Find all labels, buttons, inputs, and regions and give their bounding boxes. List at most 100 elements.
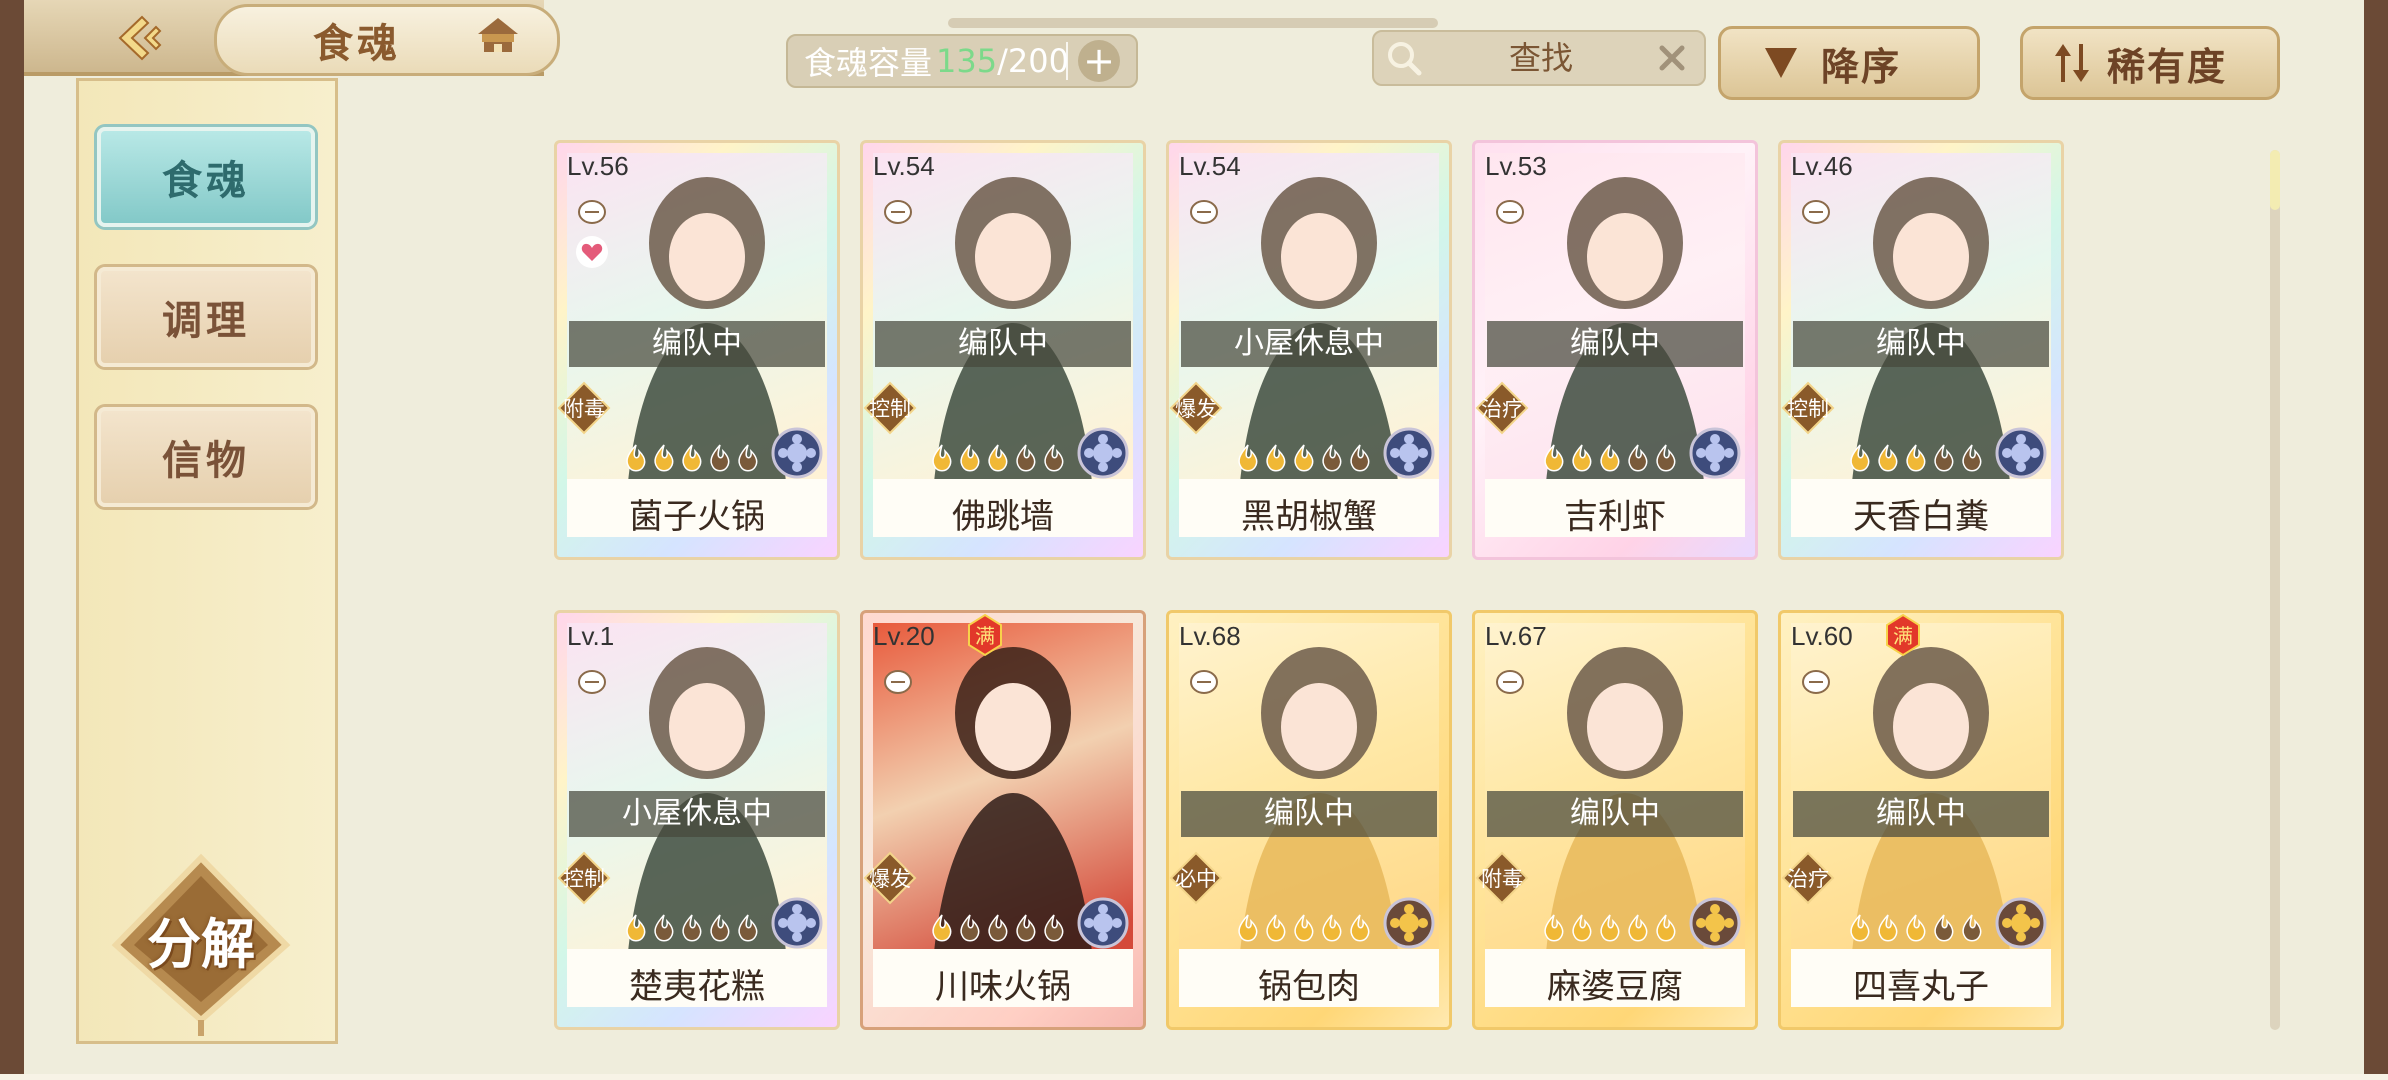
card-name-bar: 吉利虾: [1485, 479, 1745, 537]
flame-icon: [988, 914, 1008, 942]
emblem-icon: [1383, 897, 1435, 949]
role-label: 附毒: [1481, 867, 1523, 891]
flame-icon: [1600, 914, 1620, 942]
flame-icon: [1016, 914, 1036, 942]
flame-icon: [1656, 444, 1676, 472]
svg-text:满: 满: [1893, 624, 1913, 648]
sort-key-label: 稀有度: [2107, 44, 2228, 89]
role-label: 治疗: [1787, 867, 1829, 891]
sort-order-button[interactable]: 降序: [1718, 26, 1980, 100]
side-tab-food-souls[interactable]: 食魂: [97, 127, 315, 227]
card-name: 麻婆豆腐: [1547, 967, 1683, 1007]
card-name-bar: 麻婆豆腐: [1485, 949, 1745, 1007]
search-icon: [1388, 42, 1422, 76]
card-status: 编队中: [1793, 791, 2049, 837]
card-level: Lv.53: [1485, 151, 1547, 181]
emblem-icon: [1077, 897, 1129, 949]
flame-icon: [932, 444, 952, 472]
flame-icon: [1934, 914, 1954, 942]
screen-frame-left: [0, 0, 24, 1080]
card-status: 编队中: [1793, 321, 2049, 367]
role-label: 爆发: [1175, 397, 1217, 421]
flame-icon: [654, 444, 674, 472]
flame-icon: [1850, 444, 1870, 472]
decompose-button[interactable]: 分解: [106, 850, 296, 1040]
star-flames: [1235, 443, 1375, 477]
search-input[interactable]: [1434, 36, 1648, 80]
card-name: 菌子火锅: [629, 497, 765, 537]
card-name: 川味火锅: [935, 967, 1071, 1007]
card-status: 编队中: [1181, 791, 1437, 837]
flame-icon: [960, 914, 980, 942]
flame-icon: [1906, 914, 1926, 942]
food-soul-card[interactable]: Lv.1 小屋休息中 控制 楚夷花糕: [554, 610, 840, 1030]
card-name-bar: 天香白糞: [1791, 479, 2051, 537]
sort-key-button[interactable]: 稀有度: [2020, 26, 2280, 100]
food-soul-card[interactable]: Lv.56 编队中 附毒 菌子火锅: [554, 140, 840, 560]
flame-icon: [738, 914, 758, 942]
card-level: Lv.60: [1791, 621, 1853, 651]
star-flames: [623, 443, 763, 477]
role-badge: 附毒: [557, 381, 611, 435]
food-soul-card[interactable]: Lv.54 编队中 控制 佛跳墙: [860, 140, 1146, 560]
capacity-separator: /: [997, 42, 1008, 80]
emblem-icon: [771, 427, 823, 479]
card-level: Lv.46: [1791, 151, 1853, 181]
flame-icon: [1850, 914, 1870, 942]
role-label: 控制: [869, 397, 911, 421]
food-soul-card[interactable]: Lv.68 编队中 必中 锅包肉: [1166, 610, 1452, 1030]
role-badge: 控制: [557, 851, 611, 905]
screen-frame-bottom: [0, 1074, 2388, 1080]
flame-icon: [1238, 914, 1258, 942]
side-tab-tokens[interactable]: 信物: [97, 407, 315, 507]
emblem-icon: [1383, 427, 1435, 479]
scrollbar-thumb[interactable]: [2270, 150, 2280, 210]
pot-icon: [1496, 200, 1524, 224]
side-tab-cooking[interactable]: 调理: [97, 267, 315, 367]
food-soul-card[interactable]: Lv.67 编队中 附毒 麻婆豆腐: [1472, 610, 1758, 1030]
flame-icon: [1572, 914, 1592, 942]
scrollbar[interactable]: [2270, 150, 2280, 1030]
drag-handle[interactable]: [948, 18, 1438, 28]
card-status: 编队中: [1487, 791, 1743, 837]
emblem-icon: [1689, 897, 1741, 949]
star-flames: [1235, 913, 1375, 947]
food-soul-card[interactable]: Lv.20 满 爆发 川味火锅: [860, 610, 1146, 1030]
food-soul-card[interactable]: Lv.53 编队中 治疗 吉利虾: [1472, 140, 1758, 560]
card-status: 编队中: [875, 321, 1131, 367]
emblem-icon: [1995, 427, 2047, 479]
role-badge: 控制: [1781, 381, 1835, 435]
flame-icon: [1294, 444, 1314, 472]
emblem-icon: [1995, 897, 2047, 949]
food-soul-card[interactable]: Lv.60 满 编队中 治疗 四喜丸子: [1778, 610, 2064, 1030]
flame-icon: [738, 444, 758, 472]
card-status: 编队中: [569, 321, 825, 367]
sort-down-icon: [1765, 48, 1797, 78]
flame-icon: [960, 444, 980, 472]
pot-icon: [578, 200, 606, 224]
pot-icon: [1802, 670, 1830, 694]
role-label: 爆发: [869, 867, 911, 891]
emblem-icon: [1077, 427, 1129, 479]
house-icon[interactable]: [474, 14, 522, 58]
pot-icon: [1802, 200, 1830, 224]
flame-icon: [710, 444, 730, 472]
full-badge-icon: 满: [965, 613, 1005, 657]
close-icon[interactable]: [1654, 40, 1690, 76]
food-soul-card[interactable]: Lv.46 编队中 控制 天香白糞: [1778, 140, 2064, 560]
flame-icon: [1350, 444, 1370, 472]
add-capacity-button[interactable]: +: [1078, 40, 1120, 82]
capacity-used: 135: [936, 42, 998, 80]
back-button[interactable]: [110, 10, 170, 66]
food-soul-card[interactable]: Lv.54 小屋休息中 爆发 黑胡椒蟹: [1166, 140, 1452, 560]
card-level: Lv.1: [567, 621, 615, 651]
flame-icon: [1266, 914, 1286, 942]
search-box: [1372, 30, 1706, 86]
role-label: 附毒: [563, 397, 605, 421]
rarity-sort-icon: [2055, 44, 2089, 82]
flame-icon: [682, 914, 702, 942]
card-level: Lv.54: [1179, 151, 1241, 181]
card-level: Lv.68: [1179, 621, 1241, 651]
role-badge: 治疗: [1781, 851, 1835, 905]
flame-icon: [1544, 444, 1564, 472]
